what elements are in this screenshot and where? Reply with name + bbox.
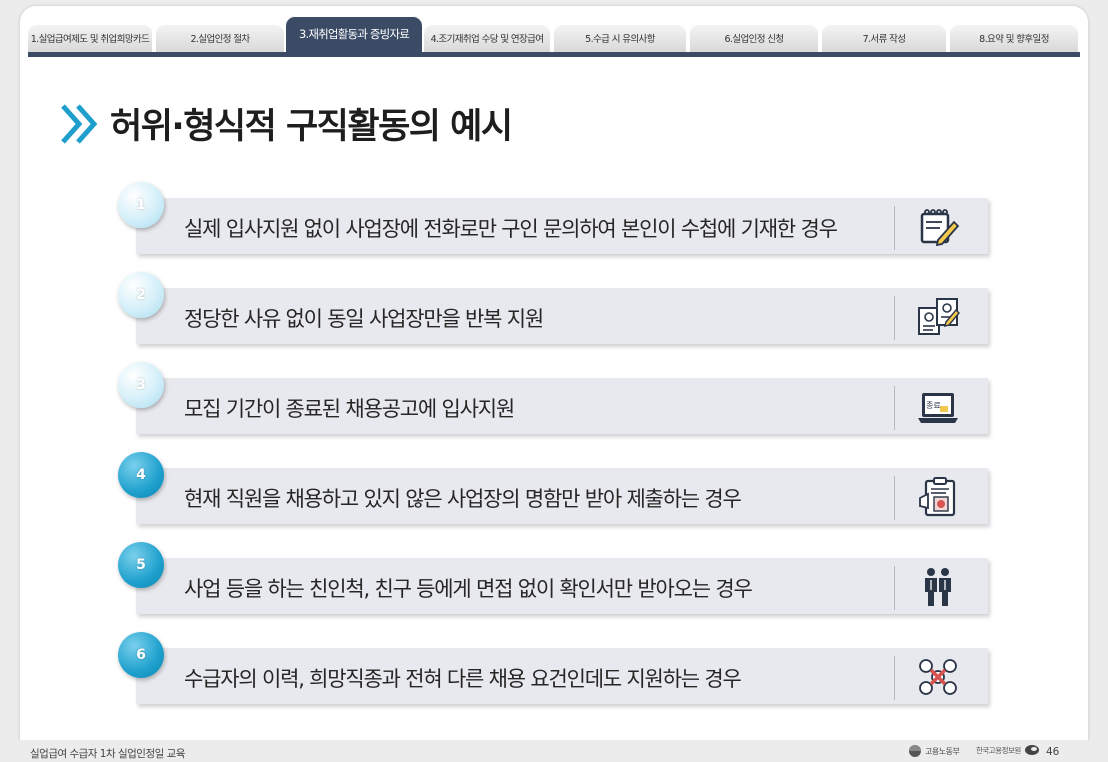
keis-logo: 한국고용정보원 — [976, 744, 1040, 756]
two-people-icon — [925, 568, 951, 606]
notepad-pencil-icon — [920, 209, 960, 247]
tab-8[interactable]: 8.요약 및 향후일정 — [950, 24, 1078, 52]
tab-3-active[interactable]: 3.재취업활동과 증빙자료 — [286, 16, 422, 52]
item-divider — [894, 296, 895, 340]
slide: 1.실업급여제도 및 취업희망카드 2.실업인정 절차 3.재취업활동과 증빙자… — [20, 6, 1088, 746]
page-title: 허위·형식적 구직활동의 예시 — [110, 107, 513, 147]
keis-emblem-icon — [1024, 745, 1039, 755]
resume-documents-icon — [918, 298, 960, 335]
clipboard-card-icon — [919, 477, 956, 517]
item-divider — [894, 476, 895, 520]
item-text: 수급자의 이력, 희망직종과 전혀 다른 채용 요건인데도 지원하는 경우 — [184, 667, 742, 691]
item-divider — [894, 206, 895, 250]
item-number-badge: 3 — [118, 362, 164, 408]
tab-4[interactable]: 4.조기재취업 수당 및 연장급여 — [424, 24, 550, 52]
page-number: 46 — [1046, 746, 1060, 758]
item-text: 사업 등을 하는 친인척, 친구 등에게 면접 없이 확인서만 받아오는 경우 — [184, 577, 753, 601]
laptop-screen-label: 종료 — [926, 401, 941, 410]
course-title: 실업급여 수급자 1차 실업인정일 교육 — [30, 748, 185, 760]
tab-underline — [28, 52, 1080, 57]
tab-5[interactable]: 5.수급 시 유의사항 — [554, 24, 686, 52]
list-item: 3 모집 기간이 종료된 채용공고에 입사지원 종료 — [116, 362, 992, 434]
item-number-badge: 1 — [118, 182, 164, 228]
list-item: 4 현재 직원을 채용하고 있지 않은 사업장의 명함만 받아 제출하는 경우 — [116, 452, 992, 524]
list-item: 6 수급자의 이력, 희망직종과 전혀 다른 채용 요건인데도 지원하는 경우 — [116, 632, 992, 704]
double-chevron-icon — [61, 103, 98, 144]
item-divider — [894, 656, 895, 700]
ministry-name: 고용노동부 — [925, 746, 960, 756]
item-number-badge: 2 — [118, 272, 164, 318]
list-item: 5 사업 등을 하는 친인척, 친구 등에게 면접 없이 확인서만 받아오는 경… — [116, 542, 992, 614]
footer: 실업급여 수급자 1차 실업인정일 교육 고용노동부 한국고용정보원 46 — [0, 740, 1108, 762]
tab-7[interactable]: 7.서류 작성 — [822, 24, 946, 52]
item-divider — [894, 566, 895, 610]
tab-1[interactable]: 1.실업급여제도 및 취업희망카드 — [28, 24, 152, 52]
item-number-badge: 5 — [118, 542, 164, 588]
tab-2[interactable]: 2.실업인정 절차 — [156, 24, 284, 52]
tab-6[interactable]: 6.실업인정 신청 — [690, 24, 818, 52]
ministry-emblem-icon — [909, 745, 921, 757]
item-text: 정당한 사유 없이 동일 사업장만을 반복 지원 — [184, 307, 544, 331]
laptop-closed-icon: 종료 — [918, 393, 958, 423]
item-number-badge: 6 — [118, 632, 164, 678]
ministry-logo: 고용노동부 — [908, 744, 960, 758]
item-number-badge: 4 — [118, 452, 164, 498]
title-block: 허위·형식적 구직활동의 예시 — [60, 98, 513, 149]
item-divider — [894, 386, 895, 430]
item-text: 현재 직원을 채용하고 있지 않은 사업장의 명함만 받아 제출하는 경우 — [184, 487, 742, 511]
list-item: 1 실제 입사지원 없이 사업장에 전화로만 구인 문의하여 본인이 수첩에 기… — [116, 182, 992, 254]
keis-name: 한국고용정보원 — [976, 745, 1021, 755]
mismatch-network-icon — [919, 659, 957, 695]
item-text: 실제 입사지원 없이 사업장에 전화로만 구인 문의하여 본인이 수첩에 기재한… — [184, 217, 838, 241]
item-text: 모집 기간이 종료된 채용공고에 입사지원 — [184, 397, 515, 421]
chapter-tabs: 1.실업급여제도 및 취업희망카드 2.실업인정 절차 3.재취업활동과 증빙자… — [28, 14, 1080, 54]
list-item: 2 정당한 사유 없이 동일 사업장만을 반복 지원 — [116, 272, 992, 344]
